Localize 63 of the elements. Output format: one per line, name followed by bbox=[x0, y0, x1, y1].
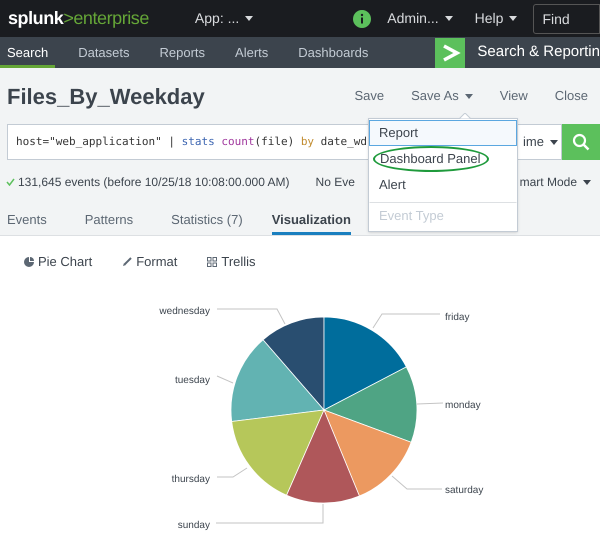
slice-label: tuesday bbox=[174, 375, 210, 386]
viz-format-button[interactable]: Format bbox=[122, 252, 178, 272]
help-menu[interactable]: Help bbox=[474, 8, 518, 29]
report-title: Files_By_Weekday bbox=[7, 82, 206, 111]
grid-icon bbox=[207, 257, 218, 267]
admin-menu[interactable]: Admin... bbox=[387, 8, 453, 29]
leader-line bbox=[216, 308, 286, 324]
result-tab[interactable]: Patterns bbox=[84, 204, 134, 235]
menu-item[interactable]: Report bbox=[369, 120, 517, 146]
nav-tab[interactable]: Alerts bbox=[228, 37, 276, 68]
splunk-logo: splunk>enterprise bbox=[8, 7, 149, 30]
event-count: 131,645 events (before 10/25/18 10:08:00.000 AM) bbox=[18, 174, 290, 191]
caret-icon bbox=[583, 180, 591, 184]
slice-label: friday bbox=[445, 312, 470, 323]
pie-chart-icon bbox=[24, 257, 34, 267]
pie-slice[interactable] bbox=[324, 410, 412, 496]
pie-slice[interactable] bbox=[262, 316, 324, 410]
result-tab[interactable]: Statistics (7) bbox=[171, 204, 243, 235]
save-as-menu[interactable]: Save As bbox=[411, 86, 473, 106]
menu-item: Event Type bbox=[369, 202, 517, 230]
leader-line bbox=[216, 468, 248, 478]
app-menu[interactable]: App: ... bbox=[194, 8, 254, 29]
header-button[interactable]: Save bbox=[354, 86, 384, 106]
caret-icon bbox=[245, 16, 254, 21]
menu-item[interactable]: Alert bbox=[369, 172, 517, 198]
leader-line bbox=[216, 376, 234, 384]
header-button[interactable]: Close bbox=[554, 86, 588, 106]
nav-tab[interactable]: Datasets bbox=[71, 37, 137, 68]
pie-slice[interactable] bbox=[230, 339, 324, 422]
header-button[interactable]: View bbox=[500, 86, 528, 106]
caret-icon bbox=[444, 16, 453, 21]
viz-type-button[interactable]: Pie Chart bbox=[24, 252, 92, 272]
viz-trellis-button[interactable]: Trellis bbox=[207, 252, 256, 272]
caret-icon bbox=[509, 16, 518, 21]
pie-slice[interactable] bbox=[324, 316, 407, 410]
slice-label: wednesday bbox=[159, 306, 210, 317]
app-logo-icon bbox=[435, 38, 466, 68]
leader-line bbox=[372, 314, 440, 328]
check-icon bbox=[6, 178, 15, 186]
nav-tab[interactable]: Dashboards bbox=[291, 37, 376, 68]
leader-line bbox=[392, 476, 442, 490]
pie-slice[interactable] bbox=[286, 410, 360, 504]
caret-icon bbox=[464, 94, 473, 98]
pie-slice[interactable] bbox=[231, 410, 324, 496]
brush-icon bbox=[122, 257, 132, 267]
pie-slice[interactable] bbox=[324, 366, 418, 443]
slice-label: saturday bbox=[445, 485, 484, 496]
menu-item[interactable]: Dashboard Panel bbox=[373, 146, 489, 172]
search-mode-menu[interactable]: mart Mode bbox=[520, 173, 591, 191]
app-title: Search & Reportin bbox=[477, 42, 600, 62]
search-query: host="web_application" | stats count(file) by date_wd bbox=[16, 134, 368, 150]
slice-label: sunday bbox=[178, 520, 210, 531]
leader-line bbox=[416, 402, 444, 404]
slice-label: thursday bbox=[172, 474, 210, 485]
result-tab[interactable]: Visualization bbox=[272, 204, 351, 235]
info-icon[interactable] bbox=[353, 10, 372, 28]
time-range-picker[interactable]: ime bbox=[523, 132, 558, 152]
result-tab[interactable]: Events bbox=[7, 204, 47, 235]
search-icon bbox=[572, 133, 590, 151]
caret-icon bbox=[550, 140, 558, 144]
find-field[interactable]: Find bbox=[533, 4, 600, 34]
nav-tab[interactable]: Reports bbox=[152, 37, 212, 68]
slice-label: monday bbox=[445, 400, 481, 411]
